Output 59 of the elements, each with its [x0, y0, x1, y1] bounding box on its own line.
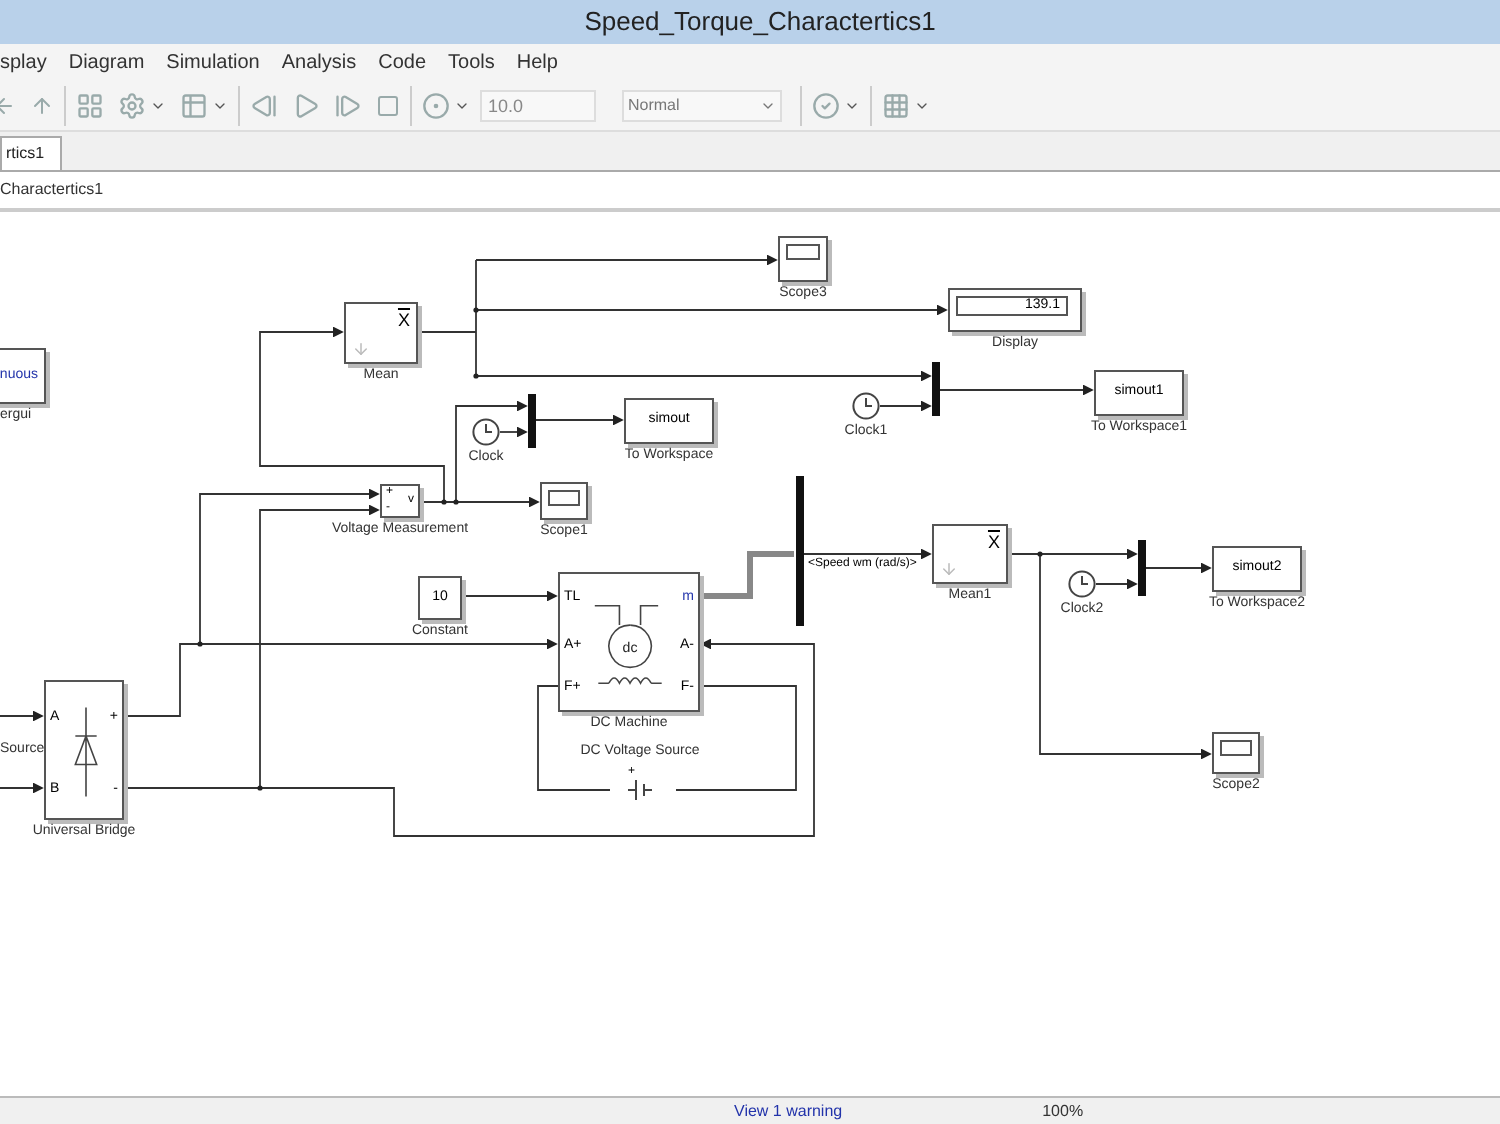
- menu-item[interactable]: splay: [0, 47, 47, 77]
- clock-icon[interactable]: [852, 392, 880, 420]
- down-arrow-icon: [352, 340, 370, 358]
- warning-link[interactable]: View 1 warning: [734, 1099, 843, 1123]
- record-icon: [422, 91, 450, 119]
- junction-dot: [473, 307, 479, 313]
- mean-symbol: X: [397, 310, 410, 330]
- library-grid-icon: [76, 91, 104, 119]
- step-back-icon: [250, 91, 278, 119]
- mux-bar: [932, 362, 940, 416]
- menu-item[interactable]: Code: [378, 47, 427, 77]
- zoom-level: 100%: [1042, 1099, 1084, 1123]
- simulation-mode-select[interactable]: Normal: [622, 89, 782, 121]
- mux-bar: [1138, 540, 1146, 596]
- menu-item[interactable]: Diagram: [68, 47, 145, 77]
- up-arrow-icon: [30, 93, 54, 117]
- signal-line: [879, 400, 932, 412]
- settings-icon: [118, 91, 146, 119]
- bus-line: [700, 551, 794, 599]
- select-value: Normal: [628, 93, 680, 117]
- screen-icon: [548, 490, 580, 506]
- menu-item[interactable]: Tools: [448, 47, 495, 77]
- mean-block[interactable]: X: [932, 524, 1008, 584]
- clock-icon[interactable]: [472, 418, 500, 446]
- junction-dot: [197, 641, 203, 647]
- mux-bar: [528, 394, 536, 448]
- diode-icon: [70, 702, 102, 802]
- stop-icon: [376, 93, 400, 117]
- step-forward-icon: [334, 91, 362, 119]
- check-icon: [812, 91, 840, 119]
- scope-block[interactable]: [778, 236, 828, 282]
- signal-line: [0, 710, 44, 722]
- junction-dot: [257, 785, 263, 791]
- junction-dot: [1037, 551, 1043, 557]
- down-arrow-icon: [940, 560, 958, 578]
- junction-dot: [473, 373, 479, 379]
- window-title: Speed_Torque_Charactertics1: [584, 4, 936, 41]
- grid-icon: [882, 91, 910, 119]
- scope-block[interactable]: [540, 482, 588, 520]
- signal-line: [535, 414, 624, 426]
- screen-icon: [1220, 740, 1252, 756]
- table-icon: [180, 91, 208, 119]
- model-tab[interactable]: rtics1: [0, 136, 63, 170]
- signal-line: [803, 548, 932, 560]
- junction-dot: [441, 499, 447, 505]
- play-icon: [292, 91, 320, 119]
- menu-item[interactable]: Help: [516, 47, 558, 77]
- breadcrumb[interactable]: Charactertics1: [0, 178, 104, 202]
- menu-item[interactable]: Analysis: [281, 47, 357, 77]
- junction-dot: [453, 499, 459, 505]
- clock-icon[interactable]: [1068, 570, 1096, 598]
- mean-symbol: X: [987, 532, 1000, 552]
- signal-line: [0, 782, 44, 794]
- mean-block[interactable]: X: [344, 302, 418, 364]
- signal-line: [461, 590, 558, 602]
- battery-icon: [628, 776, 652, 804]
- menu-item[interactable]: Simulation: [166, 47, 260, 77]
- screen-icon: [786, 244, 820, 260]
- scope-block[interactable]: [1212, 732, 1260, 774]
